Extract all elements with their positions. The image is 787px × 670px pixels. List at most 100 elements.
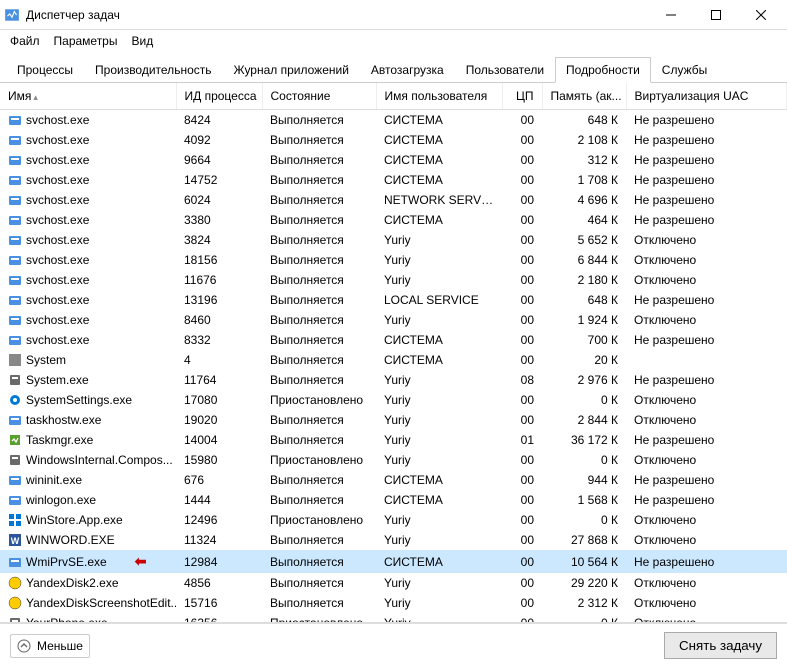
col-cpu[interactable]: ЦП	[502, 83, 542, 110]
cell-mem: 1 568 К	[542, 490, 626, 510]
table-row[interactable]: WmiPrvSE.exe⬅12984ВыполняетсяСИСТЕМА0010…	[0, 550, 787, 573]
cell-cpu: 00	[502, 330, 542, 350]
table-row[interactable]: svchost.exe11676ВыполняетсяYuriy002 180 …	[0, 270, 787, 290]
cell-mem: 944 К	[542, 470, 626, 490]
cell-pid: 13196	[176, 290, 262, 310]
arrow-annotation-icon: ⬅	[135, 553, 147, 570]
cell-cpu: 00	[502, 150, 542, 170]
cell-mem: 648 К	[542, 290, 626, 310]
col-user[interactable]: Имя пользователя	[376, 83, 502, 110]
cell-mem: 2 976 К	[542, 370, 626, 390]
table-row[interactable]: YandexDiskScreenshotEdit...15716Выполняе…	[0, 593, 787, 613]
process-table-container[interactable]: Имя▴ ИД процесса Состояние Имя пользоват…	[0, 83, 787, 623]
tab-3[interactable]: Автозагрузка	[360, 57, 455, 83]
menu-options[interactable]: Параметры	[54, 34, 118, 48]
tab-5[interactable]: Подробности	[555, 57, 651, 83]
cell-cpu: 00	[502, 190, 542, 210]
col-name[interactable]: Имя▴	[0, 83, 176, 110]
cell-user: Yuriy	[376, 593, 502, 613]
process-name: svchost.exe	[26, 253, 89, 267]
process-icon	[8, 193, 22, 207]
process-name: svchost.exe	[26, 213, 89, 227]
cell-pid: 16356	[176, 613, 262, 623]
cell-status: Выполняется	[262, 310, 376, 330]
table-row[interactable]: wininit.exe676ВыполняетсяСИСТЕМА00944 КН…	[0, 470, 787, 490]
tab-1[interactable]: Производительность	[84, 57, 222, 83]
table-row[interactable]: svchost.exe8460ВыполняетсяYuriy001 924 К…	[0, 310, 787, 330]
process-icon	[8, 213, 22, 227]
process-icon	[8, 576, 22, 590]
table-row[interactable]: Taskmgr.exe14004ВыполняетсяYuriy0136 172…	[0, 430, 787, 450]
minimize-button[interactable]	[648, 1, 693, 29]
process-icon	[8, 113, 22, 127]
table-row[interactable]: svchost.exe9664ВыполняетсяСИСТЕМА00312 К…	[0, 150, 787, 170]
cell-status: Выполняется	[262, 130, 376, 150]
cell-user: Yuriy	[376, 613, 502, 623]
process-icon	[8, 453, 22, 467]
col-uac[interactable]: Виртуализация UAC	[626, 83, 787, 110]
process-icon	[8, 173, 22, 187]
cell-mem: 1 924 К	[542, 310, 626, 330]
menu-view[interactable]: Вид	[131, 34, 153, 48]
table-row[interactable]: svchost.exe3824ВыполняетсяYuriy005 652 К…	[0, 230, 787, 250]
col-status[interactable]: Состояние	[262, 83, 376, 110]
table-row[interactable]: svchost.exe14752ВыполняетсяСИСТЕМА001 70…	[0, 170, 787, 190]
table-row[interactable]: svchost.exe8332ВыполняетсяСИСТЕМА00700 К…	[0, 330, 787, 350]
table-row[interactable]: YourPhone.exe16356ПриостановленоYuriy000…	[0, 613, 787, 623]
maximize-button[interactable]	[693, 1, 738, 29]
tab-4[interactable]: Пользователи	[455, 57, 555, 83]
col-name-label: Имя	[8, 89, 31, 103]
cell-cpu: 00	[502, 290, 542, 310]
process-icon	[8, 353, 22, 367]
table-row[interactable]: svchost.exe8424ВыполняетсяСИСТЕМА00648 К…	[0, 110, 787, 131]
tab-6[interactable]: Службы	[651, 57, 718, 83]
col-pid[interactable]: ИД процесса	[176, 83, 262, 110]
cell-pid: 4092	[176, 130, 262, 150]
menu-file[interactable]: Файл	[10, 34, 40, 48]
cell-uac: Отключено	[626, 573, 787, 593]
table-row[interactable]: svchost.exe4092ВыполняетсяСИСТЕМА002 108…	[0, 130, 787, 150]
tab-0[interactable]: Процессы	[6, 57, 84, 83]
table-row[interactable]: svchost.exe3380ВыполняетсяСИСТЕМА00464 К…	[0, 210, 787, 230]
fewer-label: Меньше	[37, 639, 83, 653]
cell-status: Выполняется	[262, 350, 376, 370]
cell-user: Yuriy	[376, 270, 502, 290]
table-row[interactable]: SystemSettings.exe17080ПриостановленоYur…	[0, 390, 787, 410]
cell-pid: 17080	[176, 390, 262, 410]
table-row[interactable]: taskhostw.exe19020ВыполняетсяYuriy002 84…	[0, 410, 787, 430]
cell-user: Yuriy	[376, 390, 502, 410]
table-row[interactable]: YandexDisk2.exe4856ВыполняетсяYuriy0029 …	[0, 573, 787, 593]
cell-user: СИСТЕМА	[376, 550, 502, 573]
cell-status: Приостановлено	[262, 510, 376, 530]
table-row[interactable]: WinStore.App.exe12496ПриостановленоYuriy…	[0, 510, 787, 530]
cell-user: Yuriy	[376, 510, 502, 530]
cell-uac: Не разрешено	[626, 370, 787, 390]
table-row[interactable]: WindowsInternal.Compos...15980Приостанов…	[0, 450, 787, 470]
fewer-details-button[interactable]: Меньше	[10, 634, 90, 658]
table-row[interactable]: System.exe11764ВыполняетсяYuriy082 976 К…	[0, 370, 787, 390]
cell-pid: 19020	[176, 410, 262, 430]
table-row[interactable]: svchost.exe6024ВыполняетсяNETWORK SERVIC…	[0, 190, 787, 210]
table-row[interactable]: winlogon.exe1444ВыполняетсяСИСТЕМА001 56…	[0, 490, 787, 510]
end-task-button[interactable]: Снять задачу	[664, 632, 777, 659]
cell-status: Выполняется	[262, 270, 376, 290]
window-title: Диспетчер задач	[26, 8, 648, 22]
cell-pid: 9664	[176, 150, 262, 170]
table-row[interactable]: System4ВыполняетсяСИСТЕМА0020 К	[0, 350, 787, 370]
cell-mem: 36 172 К	[542, 430, 626, 450]
table-row[interactable]: WINWORD.EXE11324ВыполняетсяYuriy0027 868…	[0, 530, 787, 550]
tab-2[interactable]: Журнал приложений	[223, 57, 360, 83]
cell-cpu: 00	[502, 450, 542, 470]
cell-cpu: 00	[502, 470, 542, 490]
cell-cpu: 00	[502, 270, 542, 290]
col-memory[interactable]: Память (ак...	[542, 83, 626, 110]
process-name: WinStore.App.exe	[26, 513, 123, 527]
close-button[interactable]	[738, 1, 783, 29]
table-row[interactable]: svchost.exe13196ВыполняетсяLOCAL SERVICE…	[0, 290, 787, 310]
cell-mem: 648 К	[542, 110, 626, 131]
cell-user: СИСТЕМА	[376, 170, 502, 190]
cell-user: СИСТЕМА	[376, 130, 502, 150]
table-row[interactable]: svchost.exe18156ВыполняетсяYuriy006 844 …	[0, 250, 787, 270]
cell-pid: 6024	[176, 190, 262, 210]
process-icon	[8, 533, 22, 547]
